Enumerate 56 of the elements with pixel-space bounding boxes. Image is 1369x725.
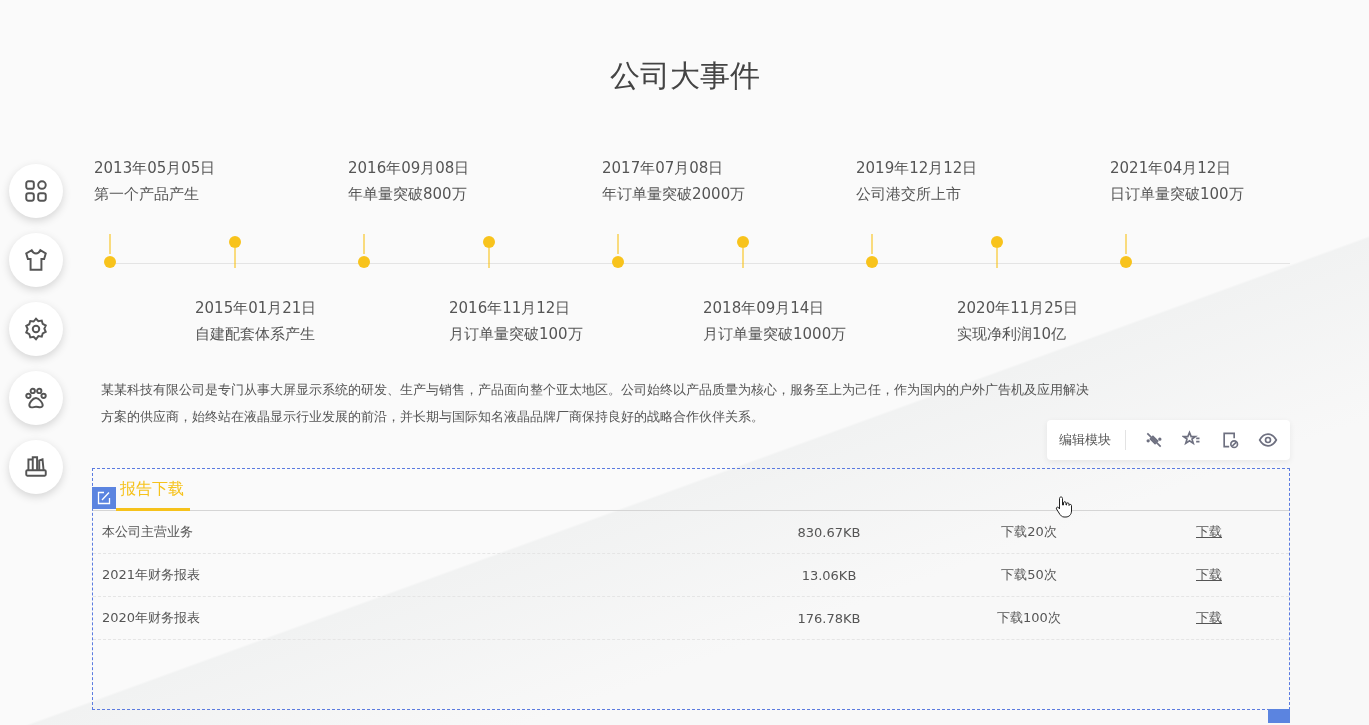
timeline-marker (991, 236, 1003, 268)
event-date: 2021年04月12日 (1110, 158, 1233, 178)
edit-badge[interactable] (92, 487, 116, 509)
page-block-icon (1220, 430, 1240, 450)
company-intro: 某某科技有限公司是专门从事大屏显示系统的研发、生产与销售，产品面向整个亚太地区。公司始终以产品质量为核心，服务至上为己任，作为国内的户外广告机及应用解决方案的供应商，始终站在液晶显示行业发展的前沿，并长期与国际知名液晶品牌厂商保持良好的战略合作伙伴关系。 (101, 381, 1090, 426)
sidebar-button[interactable] (9, 440, 63, 494)
sidebar-button[interactable] (9, 371, 63, 425)
event-title: 年订单量突破2000万 (602, 184, 746, 204)
eye-icon (1258, 430, 1278, 450)
toolbar-button[interactable] (1144, 430, 1164, 450)
event-title: 月订单量突破100万 (449, 324, 583, 344)
event-title: 自建配套体系产生 (195, 324, 316, 344)
toolbar-button[interactable] (1258, 430, 1278, 450)
event-date: 2016年09月08日 (348, 158, 470, 178)
link-off-icon (1144, 430, 1164, 450)
event-title: 日订单量突破100万 (1110, 184, 1244, 204)
event-title: 第一个产品产生 (94, 184, 200, 204)
edit-module-label[interactable]: 编辑模块 (1059, 430, 1126, 450)
download-link[interactable]: 下载 (1196, 609, 1222, 627)
file-name: 本公司主营业务 (101, 523, 193, 541)
hand-cursor-icon (1055, 495, 1073, 519)
timeline-marker (229, 236, 241, 268)
toolbar-button[interactable] (1220, 430, 1240, 450)
edit-icon (97, 491, 111, 505)
file-name: 2021年财务报表 (101, 566, 201, 584)
download-count: 下载100次 (997, 609, 1061, 627)
download-link[interactable]: 下载 (1196, 523, 1222, 541)
shirt-icon (23, 247, 49, 273)
timeline-marker (737, 236, 749, 268)
file-size: 13.06KB (801, 567, 857, 583)
event-date: 2016年11月12日 (449, 298, 572, 318)
settings-icon (23, 316, 49, 342)
event-title: 年单量突破800万 (348, 184, 468, 204)
event-date: 2015年01月21日 (195, 298, 317, 318)
file-size: 176.78KB (797, 610, 861, 626)
event-date: 2018年09月14日 (703, 298, 826, 318)
event-date: 2019年12月12日 (856, 158, 978, 178)
download-count: 下载20次 (1001, 523, 1057, 541)
page-title: 公司大事件 (608, 57, 761, 95)
sidebar-button[interactable] (9, 233, 63, 287)
timeline-marker (483, 236, 495, 268)
sidebar-button[interactable] (9, 164, 63, 218)
grid-icon (23, 178, 49, 204)
event-date: 2020年11月25日 (957, 298, 1079, 318)
books-icon (23, 454, 49, 480)
event-title: 月订单量突破1000万 (703, 324, 847, 344)
paw-icon (23, 385, 49, 411)
event-title: 实现净利润10亿 (957, 324, 1068, 344)
sidebar-button[interactable] (9, 302, 63, 356)
download-link[interactable]: 下载 (1196, 566, 1222, 584)
download-count: 下载50次 (1001, 566, 1057, 584)
file-size: 830.67KB (797, 524, 861, 540)
event-date: 2017年07月08日 (602, 158, 725, 178)
event-date: 2013年05月05日 (94, 158, 216, 178)
event-title: 公司港交所上市 (856, 184, 962, 204)
file-name: 2020年财务报表 (101, 609, 201, 627)
